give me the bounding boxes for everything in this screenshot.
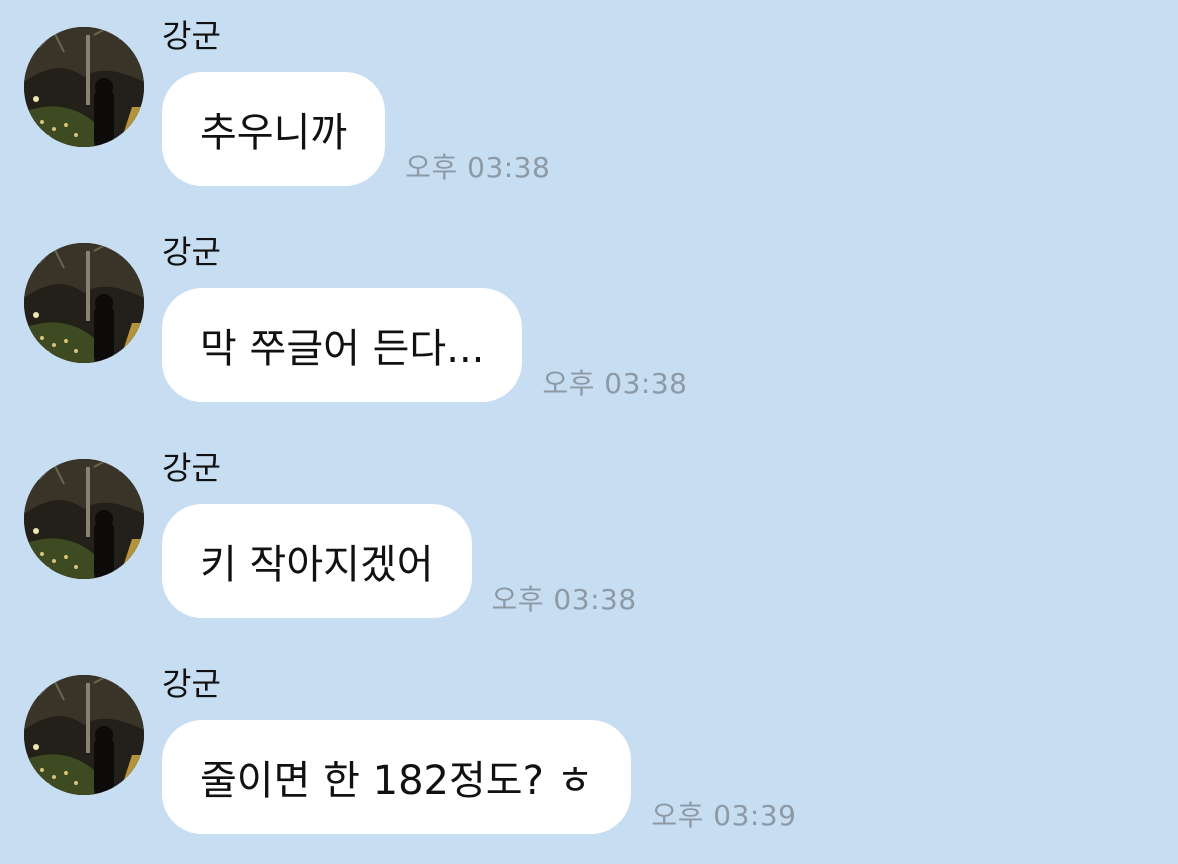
message-item: 강군 추우니까 오후 03:38	[0, 0, 1178, 216]
message-bubble[interactable]: 키 작아지겠어	[162, 504, 472, 618]
sender-avatar[interactable]	[24, 675, 144, 795]
message-timestamp: 오후 03:39	[651, 799, 797, 832]
message-timestamp: 오후 03:38	[491, 583, 637, 616]
message-bubble[interactable]: 줄이면 한 182정도? ㅎ	[162, 720, 632, 834]
sender-name: 강군	[162, 449, 221, 487]
sender-name: 강군	[162, 17, 221, 55]
sender-name: 강군	[162, 665, 221, 703]
message-bubble[interactable]: 막 쭈글어 든다...	[162, 288, 523, 402]
sender-name: 강군	[162, 233, 221, 271]
chat-area[interactable]: 강군 추우니까 오후 03:38 강군 막 쭈글어 든다... 오후 03:38…	[0, 0, 1178, 857]
message-item: 강군 줄이면 한 182정도? ㅎ 오후 03:39	[0, 648, 1178, 864]
message-bubble[interactable]: 추우니까	[162, 72, 386, 186]
message-row: 줄이면 한 182정도? ㅎ 오후 03:39	[162, 720, 796, 834]
profile-photo-icon	[24, 459, 144, 579]
message-timestamp: 오후 03:38	[405, 151, 551, 184]
message-row: 막 쭈글어 든다... 오후 03:38	[162, 288, 688, 402]
message-timestamp: 오후 03:38	[542, 367, 688, 400]
profile-photo-icon	[24, 675, 144, 795]
profile-photo-icon	[24, 243, 144, 363]
message-row: 추우니까 오후 03:38	[162, 72, 550, 186]
sender-avatar[interactable]	[24, 27, 144, 147]
message-item: 강군 막 쭈글어 든다... 오후 03:38	[0, 216, 1178, 432]
sender-avatar[interactable]	[24, 243, 144, 363]
message-item: 강군 키 작아지겠어 오후 03:38	[0, 432, 1178, 648]
message-row: 키 작아지겠어 오후 03:38	[162, 504, 637, 618]
sender-avatar[interactable]	[24, 459, 144, 579]
profile-photo-icon	[24, 27, 144, 147]
